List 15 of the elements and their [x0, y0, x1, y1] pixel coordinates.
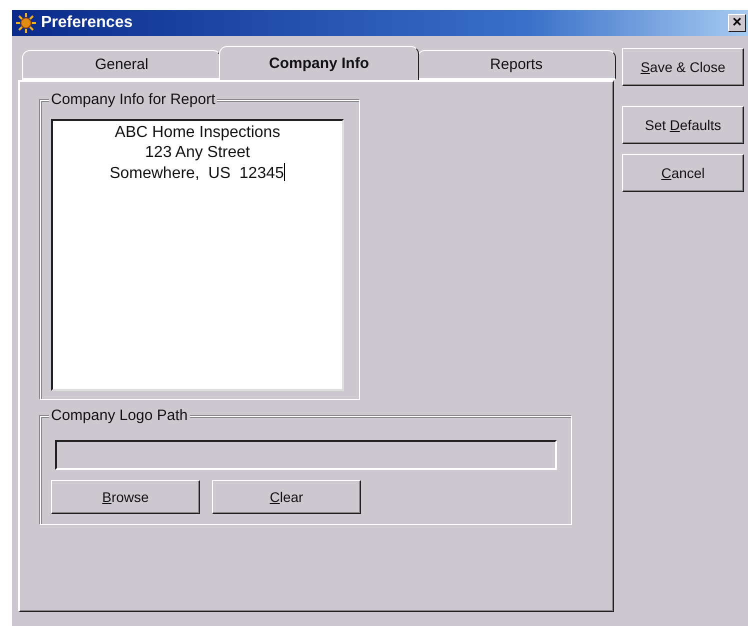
sun-icon: [16, 13, 36, 33]
button[interactable]: Browse: [51, 480, 200, 514]
tab[interactable]: General: [22, 50, 222, 80]
close-button[interactable]: ×: [728, 14, 746, 32]
button[interactable]: Set Defaults: [622, 106, 744, 144]
group-label: Company Logo Path: [49, 407, 190, 424]
path-field[interactable]: [55, 440, 557, 470]
window-title: Preferences: [41, 14, 134, 32]
button[interactable]: Save & Close: [622, 48, 744, 86]
group-label: Company Info for Report: [49, 91, 218, 108]
button[interactable]: Cancel: [622, 154, 744, 192]
button[interactable]: Clear: [212, 480, 361, 514]
tab[interactable]: Reports: [416, 50, 616, 80]
tab[interactable]: Company Info: [219, 46, 419, 80]
text-area[interactable]: ABC Home Inspections 123 Any Street Somewhere, US 12345: [51, 119, 344, 391]
